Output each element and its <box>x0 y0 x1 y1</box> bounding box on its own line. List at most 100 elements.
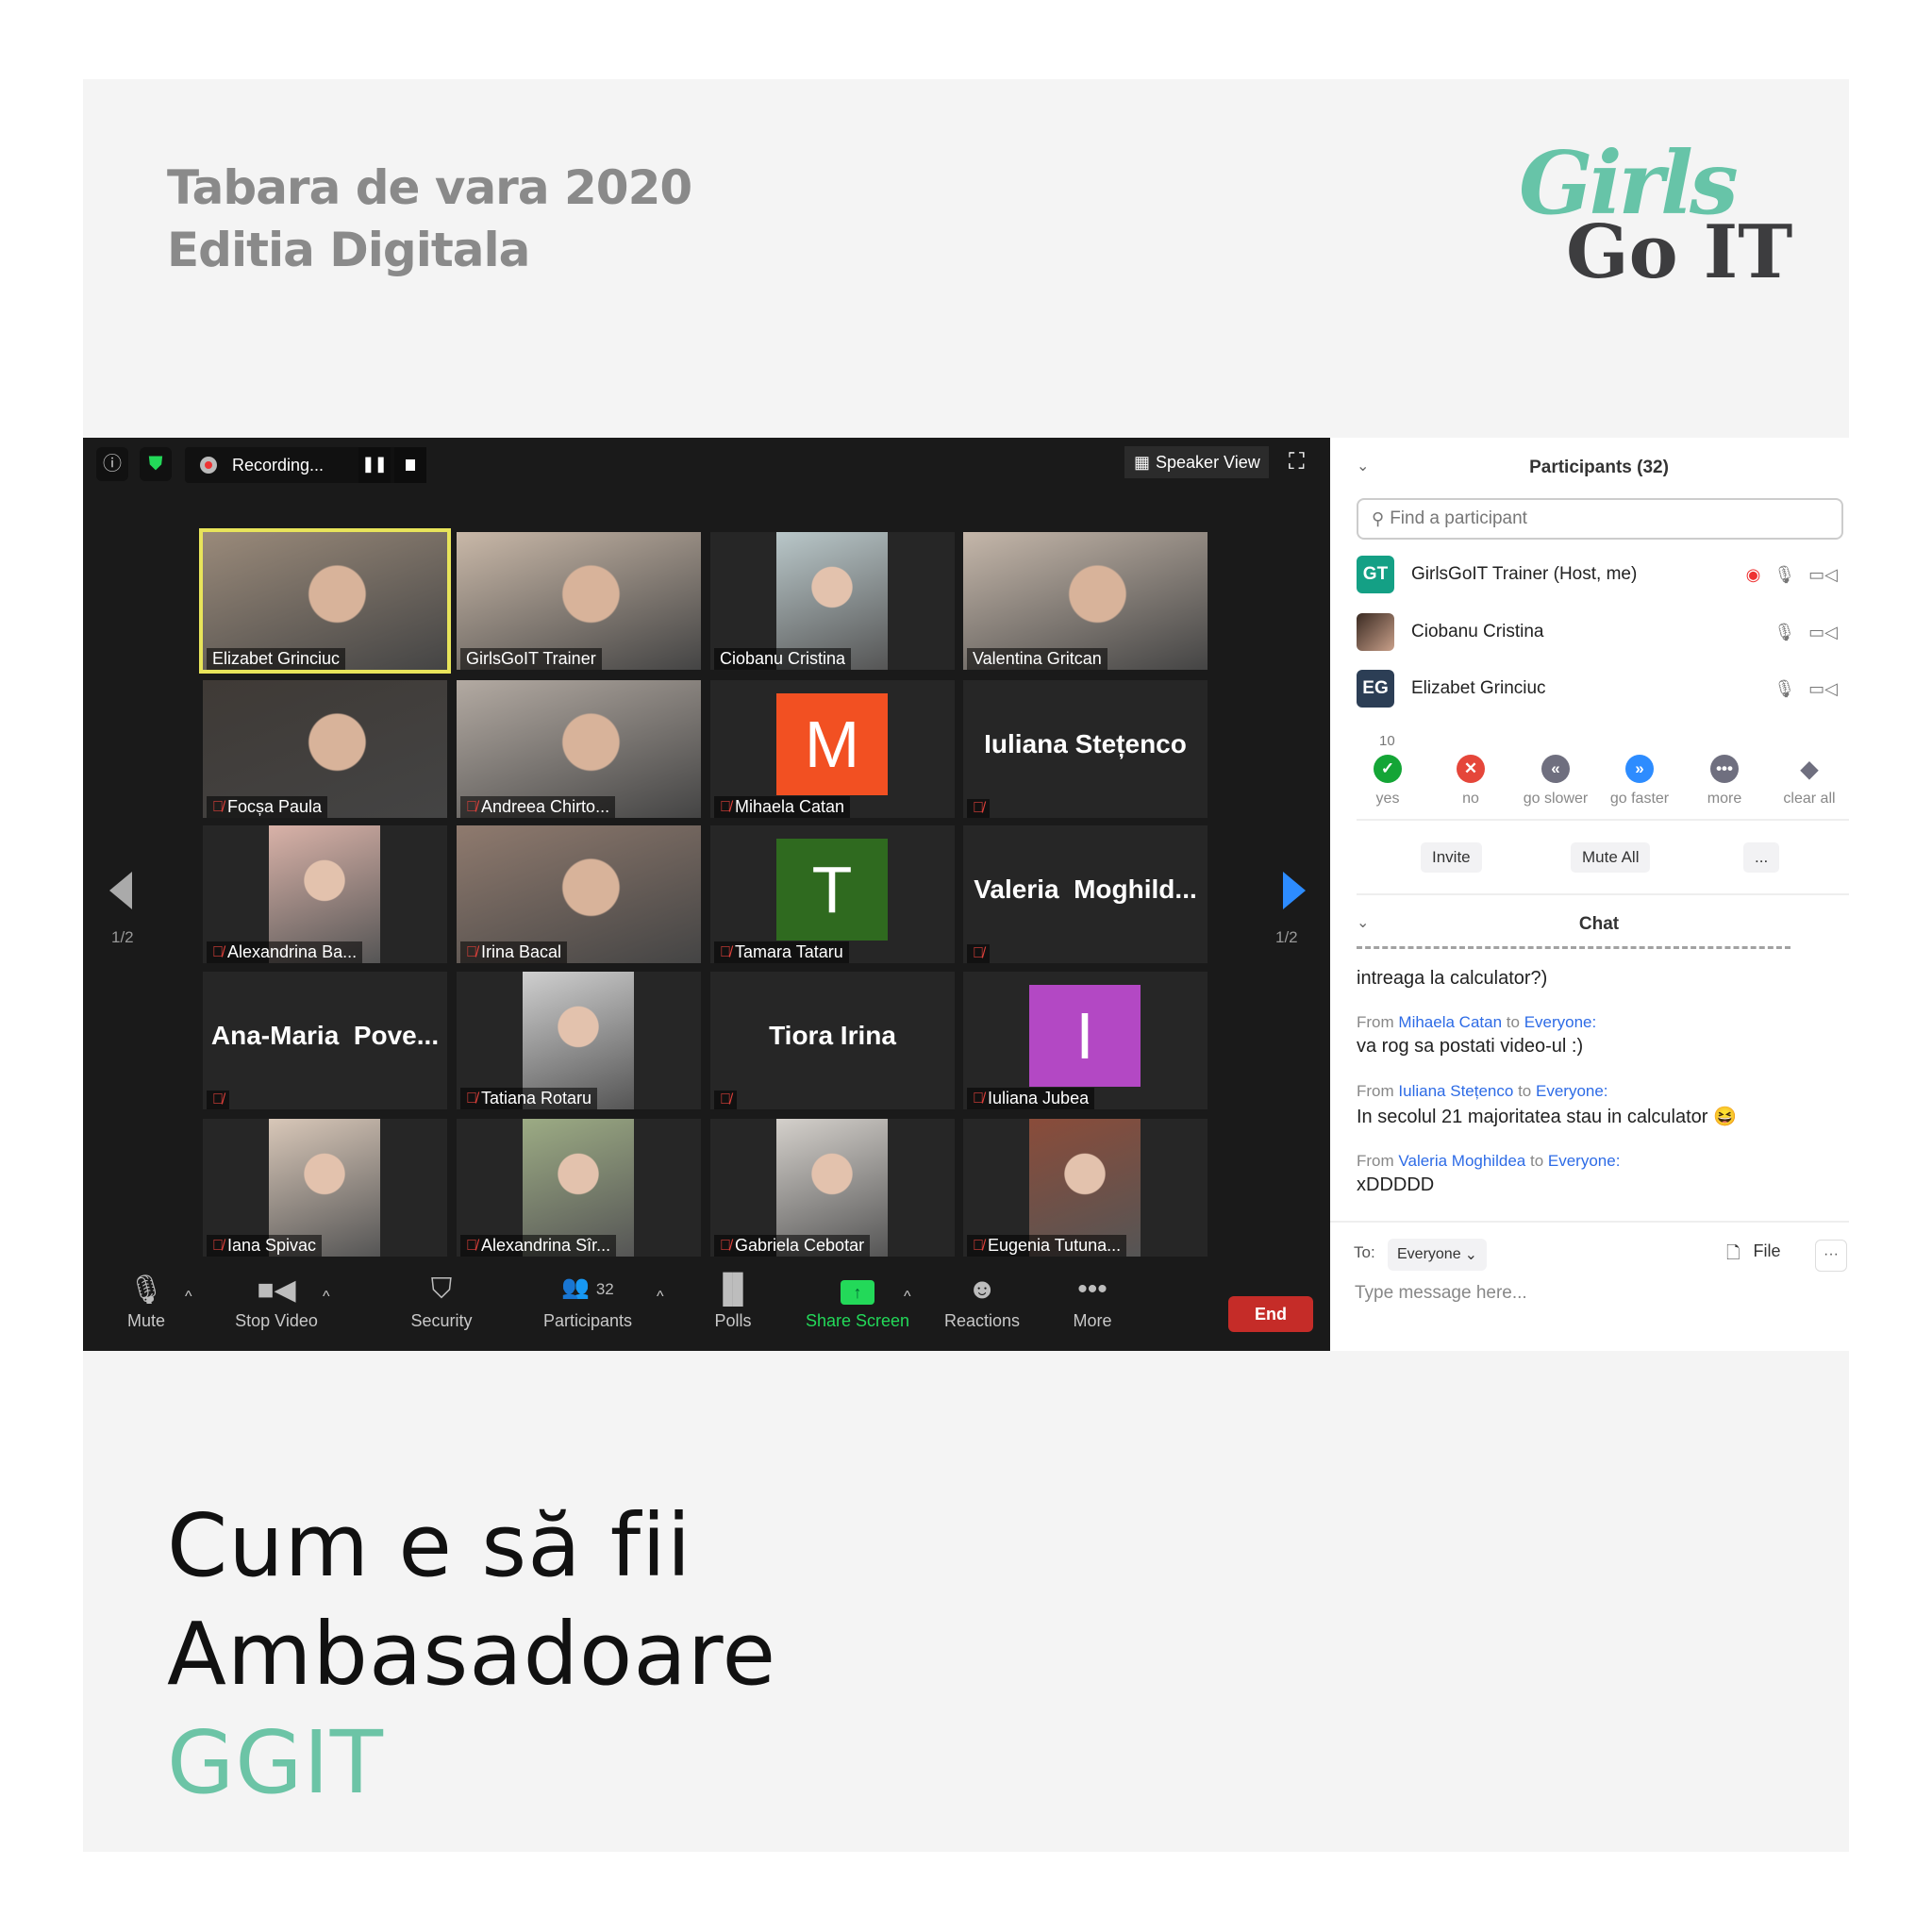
muted-mic-icon: 🎙̸ <box>973 1090 984 1107</box>
shield-icon: ⛉ <box>430 1274 453 1305</box>
video-tile[interactable]: 🎙̸ Alexandrina Ba... <box>203 825 447 963</box>
reaction-label: no <box>1462 791 1479 807</box>
reaction-clear-all[interactable]: ◆ clear all <box>1767 755 1852 808</box>
video-tile[interactable]: Ana-Maria Pove... 🎙̸ <box>203 972 447 1109</box>
microphone-icon[interactable]: 🎙 <box>1774 623 1795 642</box>
microphone-icon[interactable]: 🎙 <box>1774 565 1795 585</box>
chat-message: From Iuliana Stețenco to Everyone: In sec… <box>1330 1082 1737 1128</box>
video-tile[interactable]: 🎙̸ Focșa Paula <box>203 680 447 818</box>
sender-name[interactable]: Mihaela Catan <box>1398 1013 1502 1031</box>
video-options-caret[interactable]: ^ <box>323 1289 330 1306</box>
muted-mic-icon: 🎙̸ <box>720 1091 731 1108</box>
reaction-no[interactable]: ✕ no <box>1428 755 1513 808</box>
polls-button[interactable]: ▐▌ Polls <box>672 1274 794 1331</box>
participants-button[interactable]: 👥 32 Participants <box>526 1274 649 1331</box>
chat-message-input[interactable]: Type message here... <box>1355 1283 1527 1304</box>
avatar: GT <box>1357 556 1394 593</box>
camera-icon[interactable]: ▭◁ <box>1808 565 1838 585</box>
find-participant-input[interactable]: ⚲ Find a participant <box>1357 498 1843 540</box>
video-tile[interactable]: 🎙̸ Irina Bacal <box>457 825 701 963</box>
speaker-view-button[interactable]: ▦ Speaker View <box>1124 446 1269 478</box>
participant-name: GirlsGoIT Trainer <box>466 649 596 668</box>
to-label: To: <box>1354 1243 1375 1261</box>
next-page-arrow[interactable] <box>1283 872 1306 909</box>
reaction-go-faster[interactable]: » go faster <box>1597 755 1682 808</box>
participant-name: Focșa Paula <box>227 797 323 816</box>
name-tag: Ciobanu Cristina <box>714 648 852 670</box>
video-tile[interactable]: 🎙̸ Andreea Chirto... <box>457 680 701 818</box>
video-tile[interactable]: Tiora Irina 🎙̸ <box>710 972 955 1109</box>
video-tile[interactable]: 🎙̸ Alexandrina Sîr... <box>457 1119 701 1257</box>
info-icon[interactable]: ⓘ <box>96 447 128 481</box>
participants-more-button[interactable]: ... <box>1743 842 1780 873</box>
video-tile[interactable]: Valentina Gritcan <box>963 532 1208 670</box>
reaction-go-slower[interactable]: « go slower <box>1513 755 1598 808</box>
participants-options-caret[interactable]: ^ <box>657 1289 664 1306</box>
camera-icon[interactable]: ▭◁ <box>1808 679 1838 699</box>
chat-more-button[interactable]: ··· <box>1815 1240 1847 1272</box>
name-tag: 🎙̸ Mihaela Catan <box>714 796 851 818</box>
more-label: More <box>1073 1311 1112 1330</box>
name-tag: GirlsGoIT Trainer <box>460 648 602 670</box>
participant-display-name: Ana-Maria Pove... <box>210 1021 440 1050</box>
video-tile[interactable]: M 🎙̸ Mihaela Catan <box>710 680 955 818</box>
reaction-label: clear all <box>1783 791 1836 807</box>
sender-name[interactable]: Valeria Moghildea <box>1398 1152 1525 1170</box>
grid-icon: ▦ <box>1134 452 1151 472</box>
video-tile[interactable]: 🎙̸ Gabriela Cebotar <box>710 1119 955 1257</box>
muted-mic-icon: 🎙̸ <box>466 1237 477 1254</box>
share-arrow-icon: ↑ <box>841 1280 874 1305</box>
reaction-yes[interactable]: ✓ yes <box>1345 755 1430 808</box>
end-meeting-button[interactable]: End <box>1228 1296 1313 1332</box>
recipient-name: Everyone: <box>1535 1082 1608 1100</box>
stop-recording-button[interactable] <box>394 447 426 483</box>
video-tile[interactable]: 🎙̸ Iana Spivac <box>203 1119 447 1257</box>
video-tile[interactable]: Iuliana Stețenco 🎙̸ <box>963 680 1208 818</box>
headline-line1: Cum e să fii <box>167 1495 692 1596</box>
video-camera-icon: ■◀ <box>257 1274 296 1306</box>
video-tile[interactable]: 🎙̸ Eugenia Tutuna... <box>963 1119 1208 1257</box>
participant-name: Tatiana Rotaru <box>481 1089 592 1108</box>
more-button[interactable]: ••• More <box>1031 1274 1154 1331</box>
recipient-dropdown[interactable]: Everyone ⌄ <box>1388 1239 1487 1271</box>
mute-all-button[interactable]: Mute All <box>1571 842 1651 873</box>
mute-label: Mute <box>126 1311 166 1330</box>
security-shield-icon[interactable]: ⛊ <box>140 447 172 481</box>
clipped-text <box>1357 945 1790 949</box>
video-tile[interactable]: Ciobanu Cristina <box>710 532 955 670</box>
video-tile[interactable]: 🎙̸ Tatiana Rotaru <box>457 972 701 1109</box>
reaction-more[interactable]: ••• more <box>1682 755 1767 808</box>
video-tile[interactable]: I 🎙̸ Iuliana Jubea <box>963 972 1208 1109</box>
audio-options-caret[interactable]: ^ <box>185 1289 192 1306</box>
muted-mic-icon: 🎙̸ <box>720 798 731 815</box>
video-tile[interactable]: Valeria Moghild... 🎙̸ <box>963 825 1208 963</box>
camera-icon[interactable]: ▭◁ <box>1808 623 1838 642</box>
participant-row[interactable]: Ciobanu Cristina 🎙 ▭◁ <box>1357 611 1838 653</box>
security-button[interactable]: ⛉ Security <box>380 1274 503 1331</box>
fullscreen-icon[interactable]: ⛶ <box>1289 449 1305 475</box>
reaction-icon: » <box>1625 755 1654 783</box>
prev-page-arrow[interactable] <box>109 872 132 909</box>
muted-mic-icon: 🎙̸ <box>212 798 224 815</box>
participants-label: Participants <box>542 1311 633 1330</box>
share-screen-button[interactable]: ↑ Share Screen <box>796 1274 919 1331</box>
pause-recording-button[interactable]: ❚❚ <box>358 447 391 483</box>
name-tag: 🎙̸ <box>207 1091 229 1109</box>
file-button[interactable]: 🗋 File <box>1726 1241 1781 1270</box>
participant-row[interactable]: EG Elizabet Grinciuc 🎙 ▭◁ <box>1357 668 1838 709</box>
video-tile[interactable]: T 🎙̸ Tamara Tataru <box>710 825 955 963</box>
invite-button[interactable]: Invite <box>1421 842 1482 873</box>
video-tile[interactable]: Elizabet Grinciuc <box>199 528 451 674</box>
stop-video-button[interactable]: ■◀ Stop Video <box>215 1274 338 1331</box>
avatar-letter: I <box>1029 985 1141 1087</box>
participant-row[interactable]: GT GirlsGoIT Trainer (Host, me) ◉ 🎙 ▭◁ <box>1357 554 1838 595</box>
logo-go-it: Go IT <box>1566 209 1793 295</box>
video-tile[interactable]: GirlsGoIT Trainer <box>457 532 701 670</box>
chat-message-text: intreaga la calculator?) <box>1357 968 1548 989</box>
chat-message: From Mihaela Catan to Everyone: va rog sa… <box>1330 1013 1596 1058</box>
share-options-caret[interactable]: ^ <box>904 1289 911 1306</box>
reactions-button[interactable]: ☻ Reactions <box>921 1274 1043 1331</box>
muted-mic-icon: 🎙̸ <box>212 1237 224 1254</box>
sender-name[interactable]: Iuliana Stețenco <box>1398 1082 1513 1100</box>
microphone-icon[interactable]: 🎙 <box>1774 679 1795 699</box>
